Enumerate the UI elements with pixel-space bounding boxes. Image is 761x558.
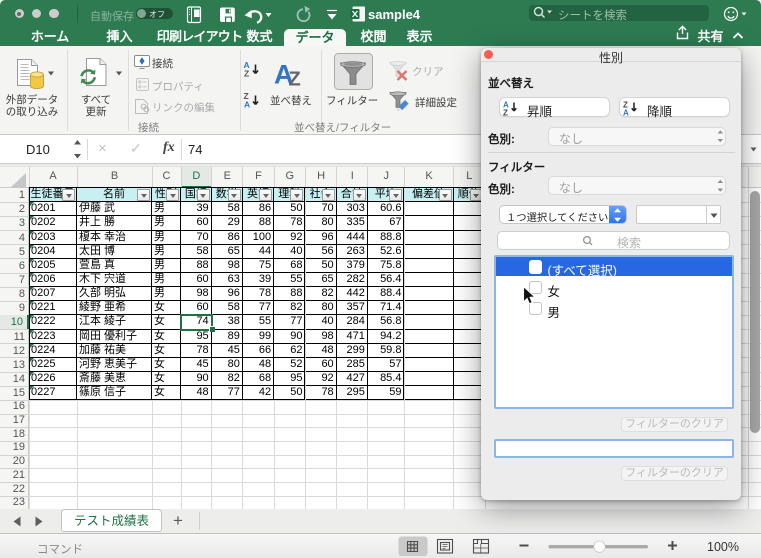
svg-text:A: A (623, 108, 629, 117)
svg-text:A: A (244, 100, 250, 110)
svg-text:Z: Z (244, 69, 249, 79)
svg-text:Z: Z (503, 108, 508, 117)
svg-text:Z: Z (289, 69, 301, 91)
